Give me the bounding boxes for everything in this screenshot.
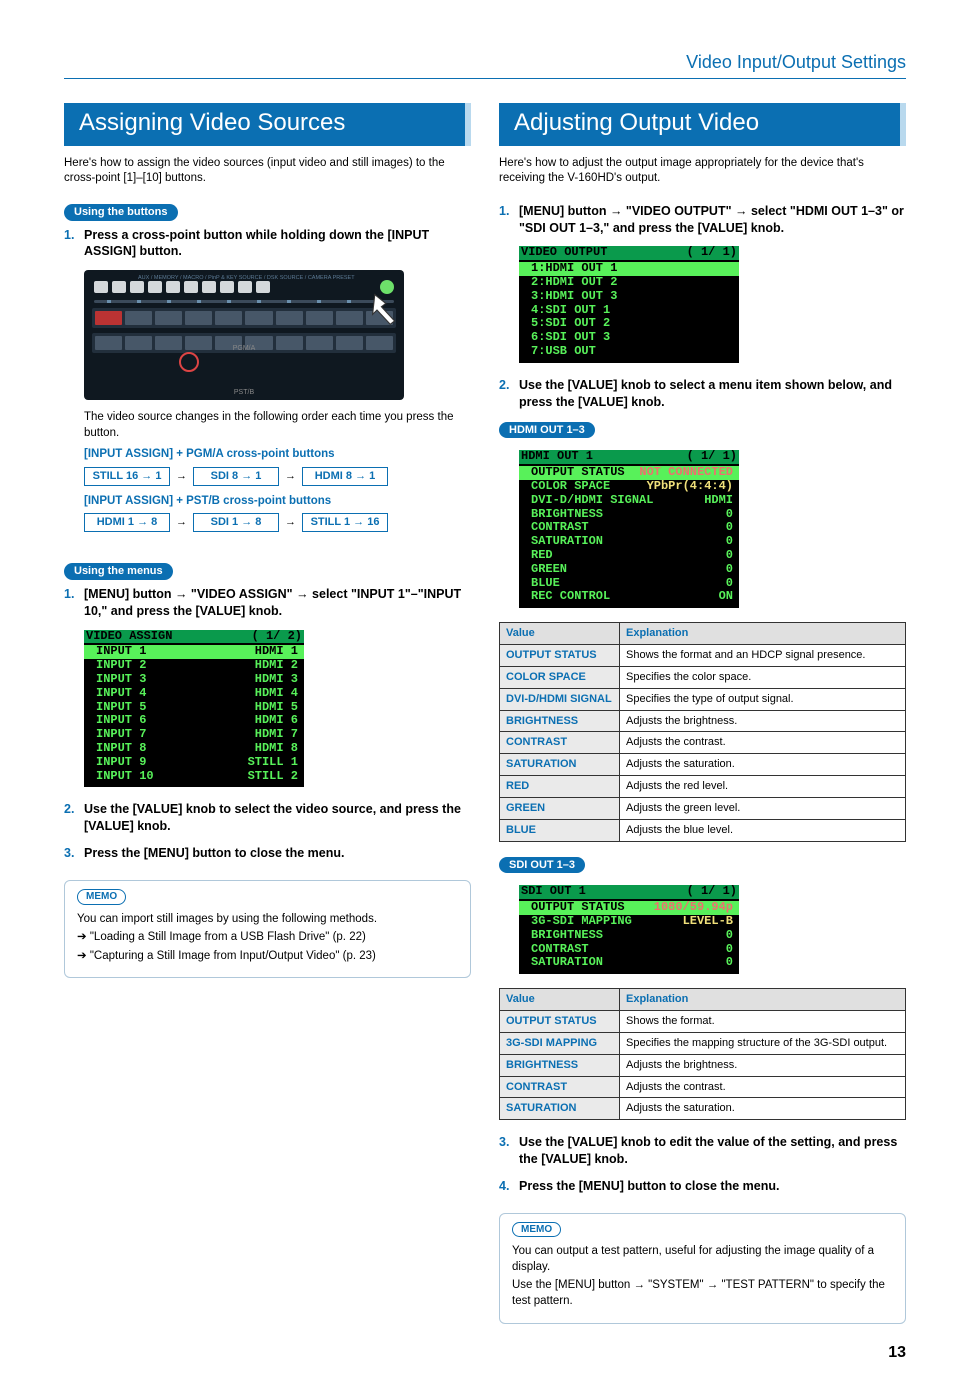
- sdi-out-screen: SDI OUT 1( 1/ 1)OUTPUT STATUS1080/59.94p…: [519, 885, 739, 974]
- video-assign-screen: VIDEO ASSIGN( 1/ 2)INPUT 1HDMI 1INPUT 2H…: [84, 630, 304, 788]
- step-text: Use the [VALUE] knob to select a menu it…: [519, 377, 906, 411]
- step-2-right: 2. Use the [VALUE] knob to select a menu…: [499, 377, 906, 411]
- step-text: [MENU] button → "VIDEO OUTPUT" → select …: [519, 203, 906, 237]
- arrow-icon: →: [176, 469, 187, 484]
- memo-link: "Loading a Still Image from a USB Flash …: [77, 930, 458, 946]
- step-1-left-menus: 1. [MENU] button → "VIDEO ASSIGN" → sele…: [64, 586, 471, 620]
- memo-box-right: MEMO You can output a test pattern, usef…: [499, 1213, 906, 1324]
- page-header: Video Input/Output Settings: [64, 50, 906, 79]
- pst-assign-label: [INPUT ASSIGN] + PST/B cross-point butto…: [84, 494, 471, 510]
- flow-pgm: STILL 16 → 1 → SDI 8 → 1 → HDMI 8 → 1: [84, 467, 471, 486]
- pill-hdmi: HDMI OUT 1–3: [499, 422, 595, 439]
- video-output-screen: VIDEO OUTPUT( 1/ 1)1:HDMI OUT 12:HDMI OU…: [519, 246, 739, 362]
- flow-box: STILL 16 → 1: [84, 467, 170, 486]
- flow-box: HDMI 1 → 8: [84, 513, 170, 532]
- pill-sdi: SDI OUT 1–3: [499, 857, 585, 874]
- right-column: Adjusting Output Video Here's how to adj…: [499, 103, 906, 1323]
- left-column: Assigning Video Sources Here's how to as…: [64, 103, 471, 1323]
- red-highlight-ring: [179, 352, 199, 372]
- step-text: Use the [VALUE] knob to select the video…: [84, 801, 471, 835]
- step-num: 1.: [499, 203, 513, 237]
- flow-pst: HDMI 1 → 8 → SDI 1 → 8 → STILL 1 → 16: [84, 513, 471, 532]
- step-num: 4.: [499, 1178, 513, 1195]
- step-text: Press the [MENU] button to close the men…: [84, 845, 344, 862]
- step-text: Use the [VALUE] knob to edit the value o…: [519, 1134, 906, 1168]
- intro-left: Here's how to assign the video sources (…: [64, 156, 471, 187]
- step-text: Press the [MENU] button to close the men…: [519, 1178, 779, 1195]
- arrow-icon: →: [176, 515, 187, 530]
- memo-pill: MEMO: [512, 1222, 561, 1238]
- step-num: 3.: [64, 845, 78, 862]
- step-num: 1.: [64, 586, 78, 620]
- memo-text: Use the [MENU] button → "SYSTEM" → "TEST…: [512, 1278, 893, 1309]
- step-4-right: 4. Press the [MENU] button to close the …: [499, 1178, 906, 1195]
- step-num: 2.: [499, 377, 513, 411]
- step-3-right: 3. Use the [VALUE] knob to edit the valu…: [499, 1134, 906, 1168]
- arrow-icon: →: [285, 469, 296, 484]
- arrow-icon: →: [285, 515, 296, 530]
- memo-text: You can import still images by using the…: [77, 912, 458, 928]
- step-1-left-buttons: 1. Press a cross-point button while hold…: [64, 227, 471, 261]
- step-1-right: 1. [MENU] button → "VIDEO OUTPUT" → sele…: [499, 203, 906, 237]
- flow-box: HDMI 8 → 1: [302, 467, 388, 486]
- section-title-adjusting: Adjusting Output Video: [499, 103, 906, 145]
- pointer-hand-icon: [366, 288, 404, 332]
- pgm-assign-label: [INPUT ASSIGN] + PGM/A cross-point butto…: [84, 447, 471, 463]
- pill-using-buttons: Using the buttons: [64, 204, 178, 221]
- page-number: 13: [64, 1342, 906, 1364]
- pill-using-menus: Using the menus: [64, 563, 173, 580]
- step-2-left-menus: 2. Use the [VALUE] knob to select the vi…: [64, 801, 471, 835]
- pst-label: PST/B: [234, 388, 254, 397]
- memo-box-left: MEMO You can import still images by usin…: [64, 880, 471, 978]
- step-text: [MENU] button → "VIDEO ASSIGN" → select …: [84, 586, 471, 620]
- device-illustration: AUX / MEMORY / MACRO / PinP & KEY SOURCE…: [84, 270, 404, 400]
- hdmi-values-table: ValueExplanationOUTPUT STATUSShows the f…: [499, 622, 906, 841]
- step-num: 3.: [499, 1134, 513, 1168]
- flow-box: SDI 8 → 1: [193, 467, 279, 486]
- step-3-left-menus: 3. Press the [MENU] button to close the …: [64, 845, 471, 862]
- step-num: 1.: [64, 227, 78, 261]
- sdi-values-table: ValueExplanationOUTPUT STATUSShows the f…: [499, 988, 906, 1120]
- note-order: The video source changes in the followin…: [84, 410, 471, 441]
- hdmi-out-screen: HDMI OUT 1( 1/ 1)OUTPUT STATUSNOT CONNEC…: [519, 450, 739, 608]
- memo-text: You can output a test pattern, useful fo…: [512, 1244, 893, 1275]
- step-num: 2.: [64, 801, 78, 835]
- illus-top-label: AUX / MEMORY / MACRO / PinP & KEY SOURCE…: [138, 275, 355, 282]
- memo-link: "Capturing a Still Image from Input/Outp…: [77, 949, 458, 965]
- section-title-assigning: Assigning Video Sources: [64, 103, 471, 145]
- intro-right: Here's how to adjust the output image ap…: [499, 156, 906, 187]
- pgm-row: [92, 308, 396, 328]
- illus-top-buttons: [94, 281, 270, 293]
- flow-box: SDI 1 → 8: [193, 513, 279, 532]
- memo-pill: MEMO: [77, 889, 126, 905]
- pgm-label: PGM/A: [233, 344, 256, 353]
- flow-box: STILL 1 → 16: [302, 513, 388, 532]
- step-text: Press a cross-point button while holding…: [84, 227, 471, 261]
